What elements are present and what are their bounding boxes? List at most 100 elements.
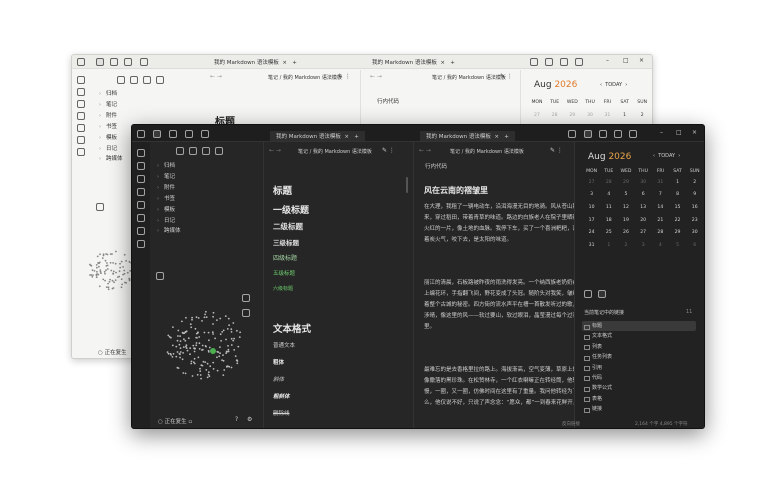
new-note-icon[interactable] [117,76,125,84]
graph-node[interactable] [179,351,182,353]
graph-node[interactable] [179,335,181,337]
calendar-nav[interactable]: ‹ TODAY › [653,153,680,159]
graph-node[interactable] [89,274,91,276]
graph-node[interactable] [211,331,214,334]
graph-node[interactable] [201,320,203,322]
nav-arrows[interactable]: ← → [269,147,281,154]
calendar-day[interactable]: 5 [669,239,686,252]
graph-node[interactable] [236,362,239,365]
outline-item[interactable]: 数学公式 [582,383,696,393]
graph-node[interactable] [187,337,190,340]
graph-node[interactable] [233,349,236,351]
calendar-day[interactable]: 20 [635,214,652,227]
sidebar-toggle-icon[interactable] [137,130,145,138]
graph-node[interactable] [118,270,121,273]
graph-node[interactable] [195,336,198,339]
folder-icon[interactable] [599,130,607,138]
graph-node[interactable] [204,313,206,316]
graph-node[interactable] [185,330,188,333]
graph-node[interactable] [175,355,178,358]
calendar-day[interactable]: 23 [686,214,703,227]
graph-node[interactable] [232,339,235,342]
graph-node[interactable] [172,326,174,328]
list-icon[interactable] [201,130,209,138]
graph-node[interactable] [216,356,218,359]
graph-node[interactable] [119,266,122,269]
folder-icon[interactable] [545,58,553,66]
graph-node[interactable] [106,268,109,270]
graph-node[interactable] [222,374,225,376]
graph-node[interactable] [110,269,113,272]
graph-node[interactable] [126,271,129,274]
graph-node[interactable] [193,347,196,350]
graph-node[interactable] [122,266,124,268]
graph-node[interactable] [123,253,126,256]
graph-node[interactable] [202,360,205,363]
terminal-icon[interactable] [77,136,85,144]
graph-node-active[interactable] [210,348,216,354]
calendar-day[interactable]: 9 [686,189,703,202]
graph-node[interactable] [227,317,230,320]
graph-node[interactable] [219,333,222,336]
graph-node[interactable] [191,318,193,321]
graph-node[interactable] [212,361,215,364]
graph-node[interactable] [198,348,201,350]
calendar-day[interactable]: 30 [635,176,652,189]
graph-node[interactable] [120,278,123,280]
new-folder-icon[interactable] [189,147,197,155]
graph-node[interactable] [91,275,94,278]
outline-item[interactable]: 表格 [582,394,696,404]
graph-node[interactable] [203,316,206,319]
folder-icon[interactable] [153,130,161,138]
calendar-day[interactable]: 16 [686,201,703,214]
calendar-icon[interactable] [137,175,145,183]
graph-node[interactable] [176,351,179,353]
settings-icon[interactable]: ⚙ [247,416,252,423]
tab-markdown-template[interactable]: 我的 Markdown 语法模板 × + [214,58,297,66]
calendar-day[interactable]: 27 [635,226,652,239]
graph-node[interactable] [190,362,193,365]
sort-icon[interactable] [202,147,210,155]
graph-node[interactable] [228,324,230,327]
graph-node[interactable] [212,323,214,325]
calendar-day[interactable]: 4 [600,189,617,202]
graph-node[interactable] [170,354,172,356]
folder-item[interactable]: › 笔记 [157,172,181,183]
calendar-day[interactable]: 2 [617,239,634,252]
graph-node[interactable] [216,369,219,372]
graph-node[interactable] [193,357,196,360]
graph-node[interactable] [237,345,240,348]
graph-node[interactable] [230,337,233,340]
graph-node[interactable] [232,322,235,324]
graph-node[interactable] [120,260,123,263]
graph-node[interactable] [122,273,124,276]
graph-node[interactable] [230,366,233,369]
graph-node[interactable] [208,339,210,342]
files-icon[interactable] [77,76,85,84]
outline-item[interactable]: 代码 [582,373,696,383]
graph-node[interactable] [112,272,114,275]
calendar-day[interactable]: 14 [652,201,669,214]
template-icon[interactable] [77,112,85,120]
graph-node[interactable] [171,344,174,347]
graph-node[interactable] [99,253,101,256]
nav-arrows[interactable]: ← → [370,73,382,80]
outline-item[interactable]: 列表 [582,342,696,352]
bookmark-icon[interactable] [169,130,177,138]
files-icon[interactable] [137,149,145,157]
calendar-day[interactable]: 5 [617,189,634,202]
graph-node[interactable] [181,331,184,334]
graph-node[interactable] [101,257,104,259]
graph-node[interactable] [89,263,91,266]
graph-node[interactable] [185,345,187,348]
calendar-day[interactable]: 27 [583,176,600,189]
graph-node[interactable] [119,262,121,265]
close-button[interactable]: × [692,129,697,136]
tab-markdown-template[interactable]: 我的 Markdown 语法模板 × + [270,131,365,141]
folder-item[interactable]: › 附件 [99,111,123,122]
calendar-day[interactable]: 7 [652,189,669,202]
graph-node[interactable] [212,333,214,335]
graph-node[interactable] [107,288,110,291]
graph-node[interactable] [198,342,201,345]
graph-node[interactable] [177,329,180,332]
